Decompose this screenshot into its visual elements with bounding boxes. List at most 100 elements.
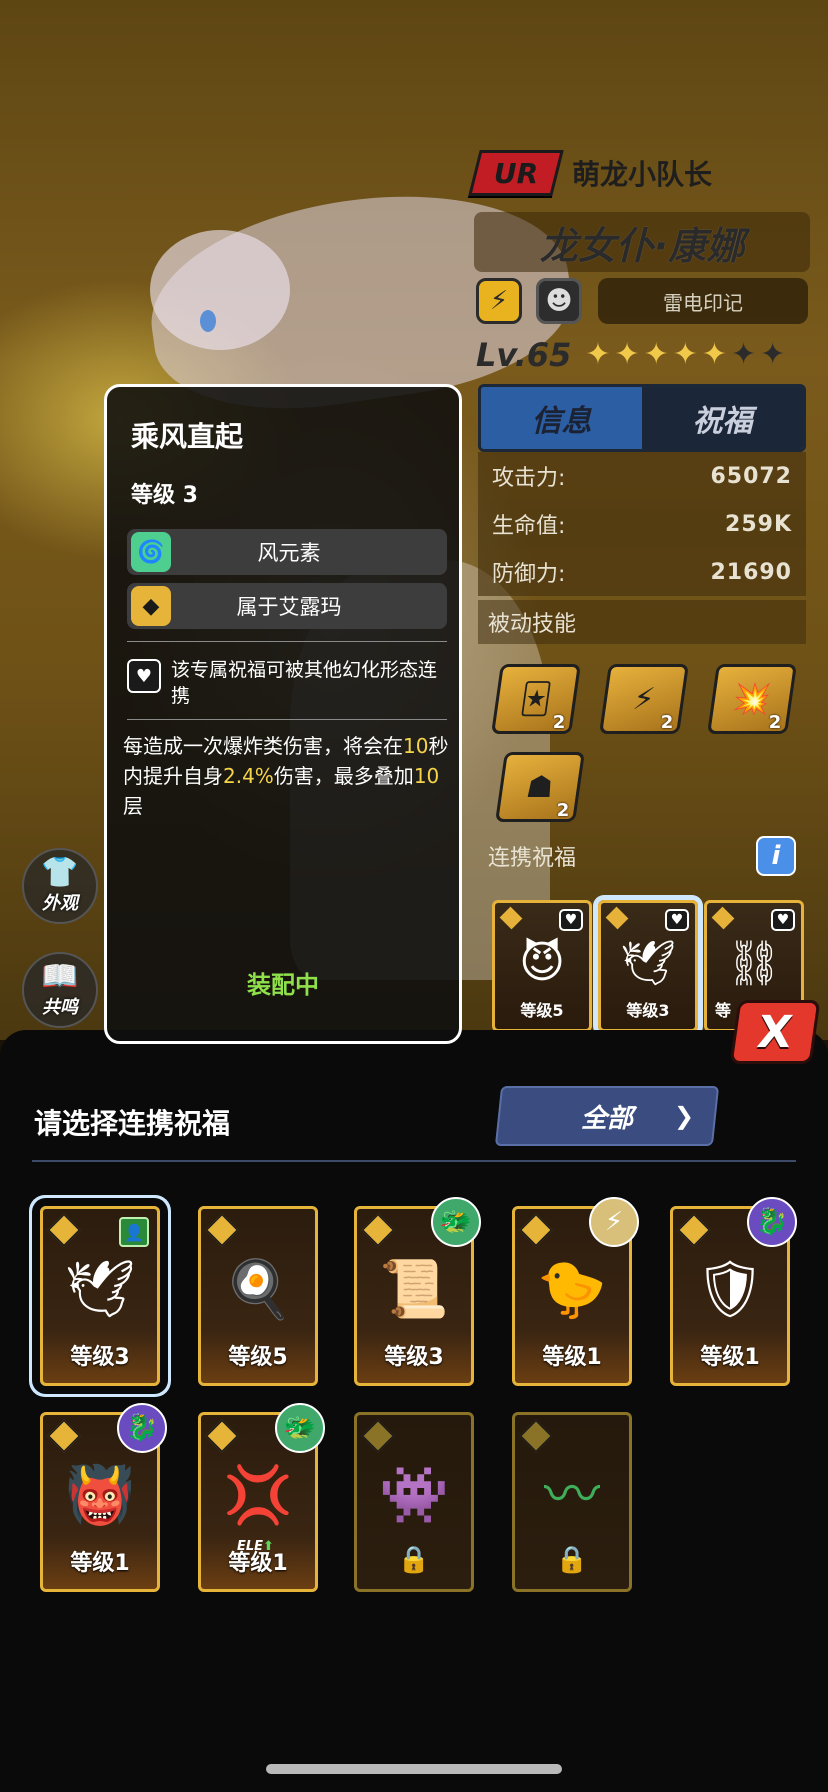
level-row: Lv.65 ✦ ✦ ✦ ✦ ✦ ✦ ✦ bbox=[476, 336, 785, 374]
stat-panel: 攻击力: 65072 生命值: 259K 防御力: 21690 bbox=[478, 452, 806, 596]
blessing-tooltip: 乘风直起 等级 3 🌀 风元素 ◆ 属于艾露玛 ♥ 该专属祝福可被其他幻化形态连… bbox=[104, 384, 462, 1044]
star-empty-icon: ✦ bbox=[760, 337, 786, 372]
blessing-card[interactable]: 🐉 🛡 等级1 bbox=[670, 1197, 797, 1386]
green-demon-icon: 👹 bbox=[65, 1463, 135, 1528]
tag-owner: ◆ 属于艾露玛 bbox=[127, 583, 447, 629]
ice-shield-icon: 🛡 bbox=[694, 1257, 766, 1322]
card-level: 等级3 bbox=[384, 1345, 444, 1370]
mask-class-icon[interactable]: ☻ bbox=[536, 278, 582, 324]
card-level: 等级1 bbox=[542, 1345, 602, 1370]
card-level: 等级3 bbox=[626, 1001, 670, 1020]
rank-badge-icon bbox=[205, 1213, 239, 1247]
divider bbox=[127, 641, 447, 642]
star-icon: ✦ bbox=[614, 337, 640, 372]
heart-hand-icon: ♥ bbox=[771, 909, 795, 931]
hero-title-row: UR 萌龙小队长 bbox=[468, 150, 713, 196]
star-empty-icon: ✦ bbox=[731, 337, 757, 372]
red-star-icon: 💢 bbox=[223, 1463, 293, 1528]
wind-bird-icon: 🕊 bbox=[620, 938, 676, 989]
wind-element-icon: 🌀 bbox=[131, 532, 171, 572]
chevron-down-icon: ❯ bbox=[673, 1102, 694, 1130]
info-icon[interactable]: i bbox=[756, 836, 796, 876]
hero-name: 龙女仆·康娜 bbox=[539, 223, 745, 268]
card-level: 等级3 bbox=[70, 1345, 130, 1370]
dragon-avatar-icon: 🐲 bbox=[431, 1197, 481, 1247]
linked-blessing-card[interactable]: ♥ 😈 等级5 bbox=[492, 900, 592, 1032]
blessing-card-locked[interactable]: 〰 🔒 bbox=[512, 1412, 632, 1592]
rank-badge-icon bbox=[47, 1419, 81, 1453]
appearance-button[interactable]: 👕 外观 bbox=[22, 848, 98, 924]
explosion-icon[interactable]: 💥 2 bbox=[707, 664, 797, 734]
fried-egg-icon: 🍳 bbox=[223, 1257, 293, 1322]
blessing-card[interactable]: 🐲 📜 等级3 bbox=[354, 1197, 481, 1386]
lock-icon: 🔒 bbox=[555, 1545, 589, 1575]
linked-blessing-card[interactable]: ♥ 🕊 等级3 bbox=[598, 900, 698, 1032]
lightning-burst-icon[interactable]: ⚡ 2 bbox=[599, 664, 689, 734]
stat-label: 攻击力: bbox=[492, 466, 566, 491]
skill-count: 2 bbox=[553, 712, 566, 733]
filter-value: 全部 bbox=[580, 1103, 633, 1134]
tooltip-description: 每造成一次爆炸类伤害，将会在10秒内提升自身2.4%伤害，最多叠加10层 bbox=[123, 731, 453, 821]
link-note-text: 该专属祝福可被其他幻化形态连携 bbox=[171, 659, 438, 707]
dragon-avatar-icon: 🐲 bbox=[275, 1403, 325, 1453]
purple-avatar-icon: 🐉 bbox=[117, 1403, 167, 1453]
desc-highlight: 2.4% bbox=[223, 764, 274, 788]
close-button[interactable]: X bbox=[729, 1000, 821, 1064]
lock-icon: 🔒 bbox=[397, 1545, 431, 1575]
rank-badge-icon bbox=[499, 906, 523, 930]
rank-badge-icon bbox=[361, 1213, 395, 1247]
card-level: 等级5 bbox=[520, 1001, 564, 1020]
star-icon: ✦ bbox=[672, 337, 698, 372]
stat-row-hp: 生命值: 259K bbox=[478, 500, 806, 548]
sheet-title: 请选择连携祝福 bbox=[34, 1107, 231, 1140]
skill-count: 2 bbox=[769, 712, 782, 733]
skill-count: 2 bbox=[557, 800, 570, 821]
stat-value: 65072 bbox=[710, 463, 792, 489]
blessing-card[interactable]: 👤 🕊 等级3 bbox=[40, 1206, 160, 1386]
stat-value: 21690 bbox=[710, 559, 792, 585]
stat-label: 生命值: bbox=[492, 514, 566, 539]
rarity-text: UR bbox=[493, 156, 539, 190]
rank-badge-icon bbox=[205, 1419, 239, 1453]
resonance-button[interactable]: 📖 共鸣 bbox=[22, 952, 98, 1028]
filter-dropdown[interactable]: 全部 ❯ bbox=[494, 1086, 720, 1146]
purple-avatar-icon: 🐉 bbox=[747, 1197, 797, 1247]
card-lightning-icon[interactable]: 🃏 2 bbox=[491, 664, 581, 734]
stat-value: 259K bbox=[725, 511, 792, 537]
equipped-status: 装配中 bbox=[247, 971, 319, 999]
thunder-mark-button[interactable]: 雷电印记 bbox=[598, 278, 808, 324]
blessing-card[interactable]: 🍳 等级5 bbox=[198, 1206, 318, 1386]
blessing-card[interactable]: 🐲 💢 ELE⬆ 等级1 bbox=[198, 1403, 325, 1592]
tooltip-title: 乘风直起 bbox=[131, 420, 244, 453]
rank-badge-icon bbox=[711, 906, 735, 930]
book-icon: 📖 bbox=[41, 959, 79, 994]
blessing-card[interactable]: ⚡ 🐤 等级1 bbox=[512, 1197, 639, 1386]
lightning-chain-icon: ⛓ bbox=[726, 938, 782, 989]
home-indicator[interactable] bbox=[266, 1764, 562, 1774]
skill-count: 2 bbox=[661, 712, 674, 733]
tab-blessing[interactable]: 祝福 bbox=[642, 387, 803, 449]
resonance-label: 共鸣 bbox=[42, 997, 78, 1018]
link-note: ♥ 该专属祝福可被其他幻化形态连携 bbox=[127, 657, 451, 709]
appearance-label: 外观 bbox=[42, 893, 78, 914]
hero-title: 萌龙小队长 bbox=[572, 158, 713, 191]
card-level: 等级1 bbox=[228, 1551, 288, 1576]
rank-badge-icon bbox=[47, 1213, 81, 1247]
thunder-bird-icon: 🐤 bbox=[537, 1257, 607, 1322]
purple-demon-icon: 😈 bbox=[519, 937, 565, 988]
tooltip-level: 等级 3 bbox=[131, 483, 198, 508]
dragon-eye bbox=[200, 310, 216, 332]
blessing-card[interactable]: 🐉 👹 等级1 bbox=[40, 1403, 167, 1592]
tab-info[interactable]: 信息 bbox=[481, 387, 642, 449]
lightning-element-icon[interactable]: ⚡ bbox=[476, 278, 522, 324]
desc-highlight: 10 bbox=[413, 764, 440, 788]
tag-wind-element: 🌀 风元素 bbox=[127, 529, 447, 575]
star-icon: ✦ bbox=[585, 337, 611, 372]
purple-blob-icon: 👾 bbox=[379, 1463, 449, 1528]
blessing-card-locked[interactable]: 👾 🔒 bbox=[354, 1412, 474, 1592]
wind-bird-icon: 🕊 bbox=[64, 1257, 136, 1322]
ice-scroll-icon: 📜 bbox=[379, 1257, 449, 1322]
horned-helmet-icon[interactable]: ☗ 2 bbox=[495, 752, 585, 822]
green-wind-icon: 〰 bbox=[544, 1463, 600, 1528]
desc-text: 伤害，最多叠加 bbox=[273, 764, 414, 788]
